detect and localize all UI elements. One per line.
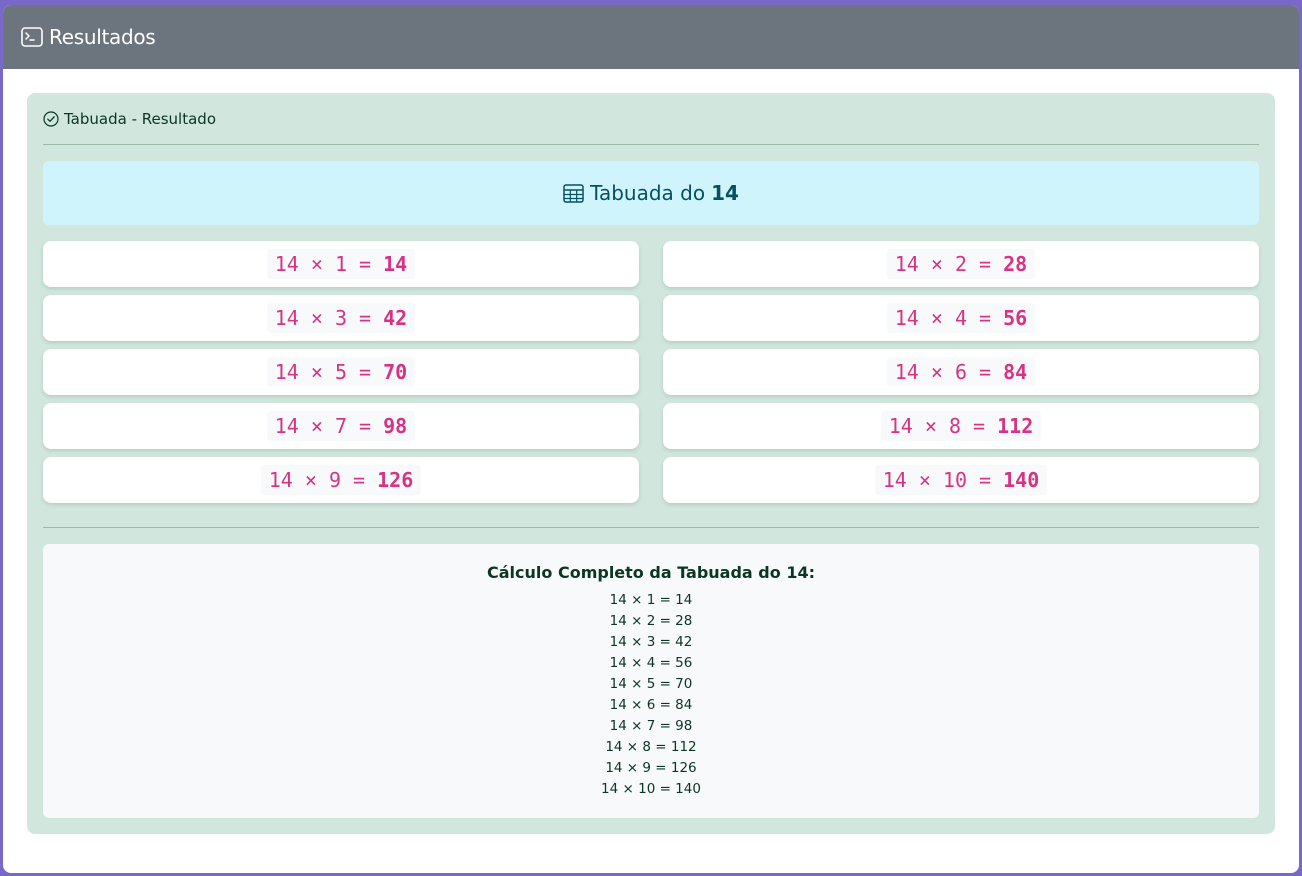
multiplication-expression: 14 × 1 = 14 — [266, 249, 416, 279]
multiplication-cell: 14 × 10 = 140 — [663, 457, 1259, 503]
multiplication-expression: 14 × 3 = 42 — [266, 303, 416, 333]
full-calculation-panel: Cálculo Completo da Tabuada do 14: 14 × … — [43, 544, 1259, 818]
card-header: Tabuada - Resultado — [43, 93, 1259, 144]
multiplication-expression: 14 × 10 = 140 — [874, 465, 1048, 495]
check-circle-icon — [43, 110, 59, 127]
app-window: Resultados Tabuada - Resultado Tabuada d… — [3, 5, 1299, 873]
table-icon — [563, 183, 584, 203]
expression-text: 14 × 9 = — [268, 468, 378, 492]
multiplication-grid: 14 × 1 = 14 14 × 2 = 28 14 × 3 = 42 14 × 4 … — [43, 241, 1259, 503]
table-banner: Tabuada do 14 — [43, 161, 1259, 225]
expression-result: 70 — [383, 360, 408, 384]
expression-text: 14 × 10 = — [882, 468, 1004, 492]
expression-text: 14 × 4 = — [894, 306, 1004, 330]
expression-text: 14 × 6 = — [894, 360, 1004, 384]
expression-result: 56 — [1003, 306, 1028, 330]
calculation-line: 14 × 8 = 112 — [605, 739, 697, 755]
multiplication-cell: 14 × 7 = 98 — [43, 403, 639, 449]
multiplication-expression: 14 × 9 = 126 — [260, 465, 422, 495]
expression-result: 84 — [1003, 360, 1028, 384]
multiplication-cell: 14 × 1 = 14 — [43, 241, 639, 287]
calculation-line: 14 × 1 = 14 — [609, 592, 693, 608]
divider — [43, 144, 1259, 145]
multiplication-expression: 14 × 2 = 28 — [886, 249, 1036, 279]
multiplication-cell: 14 × 4 = 56 — [663, 295, 1259, 341]
calculation-line: 14 × 10 = 140 — [601, 781, 701, 797]
terminal-icon — [21, 27, 43, 47]
calculation-line: 14 × 7 = 98 — [609, 718, 693, 734]
multiplication-cell: 14 × 8 = 112 — [663, 403, 1259, 449]
expression-result: 112 — [997, 414, 1034, 438]
calculation-title: Cálculo Completo da Tabuada do 14: — [487, 563, 815, 582]
page-title: Resultados — [49, 25, 156, 49]
banner-label: Tabuada do — [590, 181, 706, 205]
expression-text: 14 × 8 = — [888, 414, 998, 438]
expression-text: 14 × 3 = — [274, 306, 384, 330]
calculation-line: 14 × 4 = 56 — [609, 655, 693, 671]
expression-text: 14 × 7 = — [274, 414, 384, 438]
multiplication-cell: 14 × 9 = 126 — [43, 457, 639, 503]
calculation-line: 14 × 3 = 42 — [609, 634, 693, 650]
multiplication-expression: 14 × 4 = 56 — [886, 303, 1036, 333]
calculation-line: 14 × 5 = 70 — [609, 676, 693, 692]
calculation-list: 14 × 1 = 14 14 × 2 = 28 14 × 3 = 42 14 × 4 … — [43, 590, 1259, 800]
multiplication-cell: 14 × 3 = 42 — [43, 295, 639, 341]
multiplication-expression: 14 × 6 = 84 — [886, 357, 1036, 387]
banner-number: 14 — [711, 181, 739, 205]
expression-text: 14 × 1 = — [274, 252, 384, 276]
expression-result: 28 — [1003, 252, 1028, 276]
expression-result: 42 — [383, 306, 408, 330]
calculation-line: 14 × 2 = 28 — [609, 613, 693, 629]
calculation-line: 14 × 9 = 126 — [605, 760, 697, 776]
multiplication-cell: 14 × 5 = 70 — [43, 349, 639, 395]
expression-result: 140 — [1003, 468, 1040, 492]
results-header: Resultados — [3, 5, 1299, 69]
multiplication-expression: 14 × 8 = 112 — [880, 411, 1042, 441]
expression-result: 14 — [383, 252, 408, 276]
expression-text: 14 × 2 = — [894, 252, 1004, 276]
result-card: Tabuada - Resultado Tabuada do 14 14 × 1… — [27, 93, 1275, 834]
multiplication-cell: 14 × 2 = 28 — [663, 241, 1259, 287]
multiplication-cell: 14 × 6 = 84 — [663, 349, 1259, 395]
divider — [43, 527, 1259, 528]
multiplication-expression: 14 × 7 = 98 — [266, 411, 416, 441]
expression-result: 126 — [377, 468, 414, 492]
expression-text: 14 × 5 = — [274, 360, 384, 384]
expression-result: 98 — [383, 414, 408, 438]
card-title: Tabuada - Resultado — [64, 109, 216, 128]
multiplication-expression: 14 × 5 = 70 — [266, 357, 416, 387]
calculation-line: 14 × 6 = 84 — [609, 697, 693, 713]
